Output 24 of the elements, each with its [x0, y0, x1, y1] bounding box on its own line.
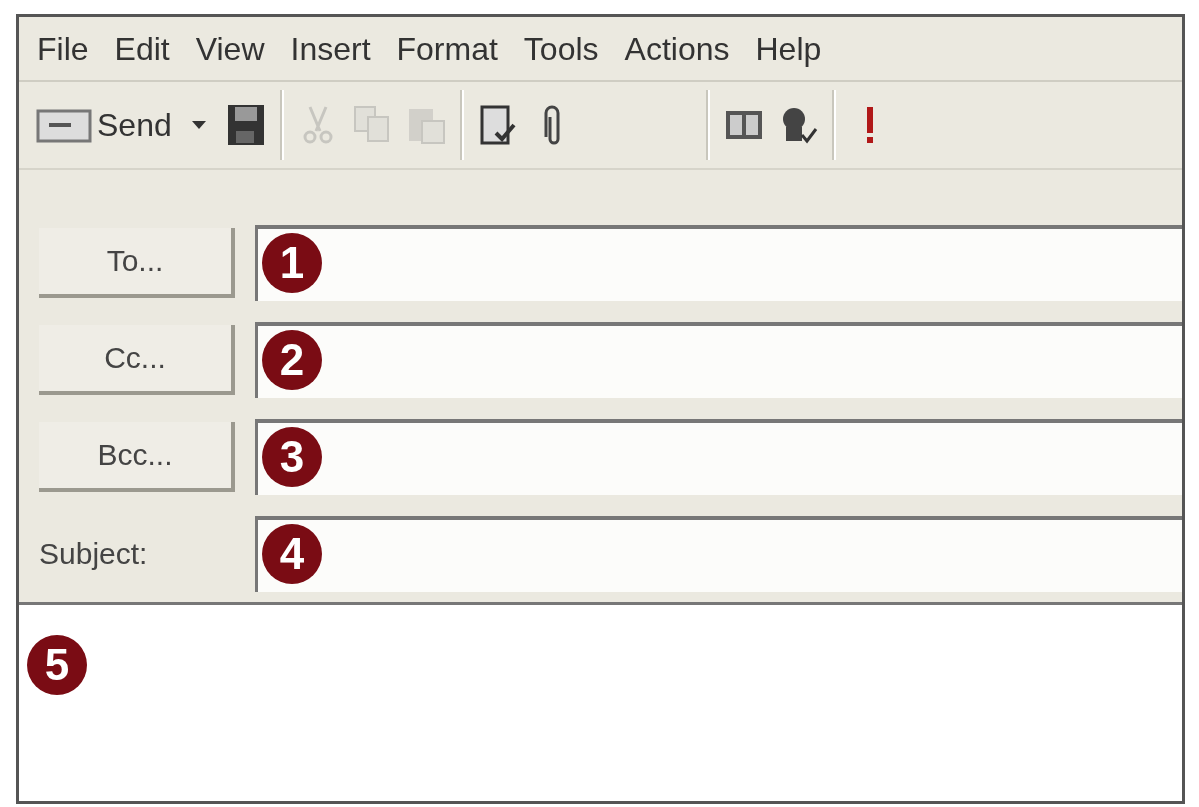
menu-item[interactable]: File	[37, 31, 89, 68]
address-button[interactable]: Bcc...	[39, 421, 235, 492]
menu-item[interactable]: Format	[396, 31, 498, 68]
input-field[interactable]: 2	[255, 321, 1182, 398]
callout-number: 1	[262, 232, 322, 293]
input-field[interactable]: 1	[255, 224, 1182, 301]
input-field[interactable]: 3	[255, 418, 1182, 495]
menu-item[interactable]: Actions	[624, 31, 730, 68]
save-icon[interactable]	[225, 103, 266, 147]
menu-item[interactable]: Insert	[290, 31, 371, 68]
send-button[interactable]: Send	[35, 105, 172, 145]
input-field[interactable]: 4	[255, 515, 1182, 592]
field-label: Subject:	[39, 536, 149, 571]
address-button[interactable]: To...	[39, 227, 235, 298]
message-body[interactable]: 5	[19, 602, 1182, 801]
menu-item[interactable]: Edit	[114, 31, 170, 68]
callout-number: 2	[262, 329, 322, 390]
callout-number: 4	[262, 523, 322, 584]
callout-number: 5	[27, 635, 87, 695]
menu-item[interactable]: Help	[755, 31, 822, 68]
menu-item[interactable]: View	[195, 31, 265, 68]
callout-number: 3	[262, 426, 322, 487]
address-button[interactable]: Cc...	[39, 324, 235, 395]
menu-item[interactable]: Tools	[523, 31, 599, 68]
